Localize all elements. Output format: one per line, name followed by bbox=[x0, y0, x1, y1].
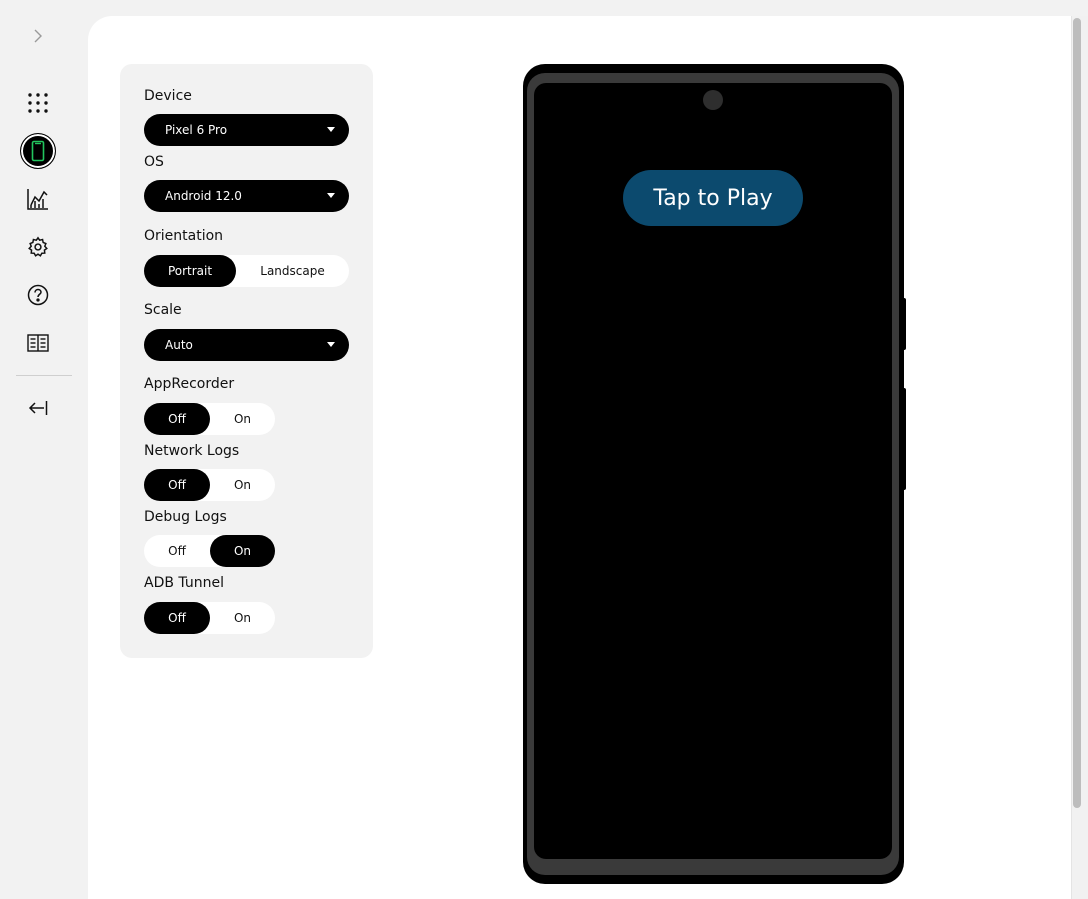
rail-divider bbox=[16, 375, 72, 376]
caret-down-icon bbox=[327, 127, 335, 132]
front-camera-icon bbox=[703, 90, 723, 110]
scrollbar-thumb[interactable] bbox=[1073, 18, 1081, 808]
chevron-right-icon[interactable] bbox=[30, 27, 46, 45]
app-recorder-off-option[interactable]: Off bbox=[144, 403, 210, 435]
debug-logs-toggle: Off On bbox=[144, 535, 275, 567]
caret-down-icon bbox=[327, 193, 335, 198]
apps-grid-icon[interactable] bbox=[20, 85, 56, 121]
network-logs-on-option[interactable]: On bbox=[210, 469, 275, 501]
orientation-toggle: Portrait Landscape bbox=[144, 255, 349, 287]
debug-logs-label: Debug Logs bbox=[144, 509, 227, 525]
left-rail bbox=[0, 0, 88, 899]
app-recorder-on-option[interactable]: On bbox=[210, 403, 275, 435]
debug-logs-off-option[interactable]: Off bbox=[144, 535, 210, 567]
adb-tunnel-on-option[interactable]: On bbox=[210, 602, 275, 634]
device-icon[interactable] bbox=[20, 133, 56, 169]
orientation-landscape-option[interactable]: Landscape bbox=[236, 255, 349, 287]
network-logs-toggle: Off On bbox=[144, 469, 275, 501]
device-select[interactable]: Pixel 6 Pro bbox=[144, 114, 349, 146]
collapse-left-icon[interactable] bbox=[20, 390, 56, 426]
network-logs-off-option[interactable]: Off bbox=[144, 469, 210, 501]
phone-volume-button bbox=[900, 388, 906, 490]
book-icon[interactable] bbox=[20, 325, 56, 361]
device-label: Device bbox=[144, 88, 192, 104]
tap-to-play-button[interactable]: Tap to Play bbox=[623, 170, 803, 226]
adb-tunnel-toggle: Off On bbox=[144, 602, 275, 634]
orientation-label: Orientation bbox=[144, 228, 224, 244]
adb-tunnel-label: ADB Tunnel bbox=[144, 575, 224, 591]
device-value: Pixel 6 Pro bbox=[165, 123, 228, 137]
orientation-portrait-option[interactable]: Portrait bbox=[144, 255, 236, 287]
app-recorder-toggle: Off On bbox=[144, 403, 275, 435]
caret-down-icon bbox=[327, 342, 335, 347]
os-select[interactable]: Android 12.0 bbox=[144, 180, 349, 212]
debug-logs-on-option[interactable]: On bbox=[210, 535, 275, 567]
scale-select[interactable]: Auto bbox=[144, 329, 349, 361]
scale-label: Scale bbox=[144, 302, 182, 318]
help-icon[interactable] bbox=[20, 277, 56, 313]
os-value: Android 12.0 bbox=[165, 189, 242, 203]
phone-power-button bbox=[900, 298, 906, 350]
app-recorder-label: AppRecorder bbox=[144, 376, 235, 392]
os-label: OS bbox=[144, 154, 164, 170]
scale-value: Auto bbox=[165, 338, 193, 352]
network-logs-label: Network Logs bbox=[144, 443, 240, 459]
adb-tunnel-off-option[interactable]: Off bbox=[144, 602, 210, 634]
gear-icon[interactable] bbox=[20, 229, 56, 265]
chart-icon[interactable] bbox=[20, 181, 56, 217]
